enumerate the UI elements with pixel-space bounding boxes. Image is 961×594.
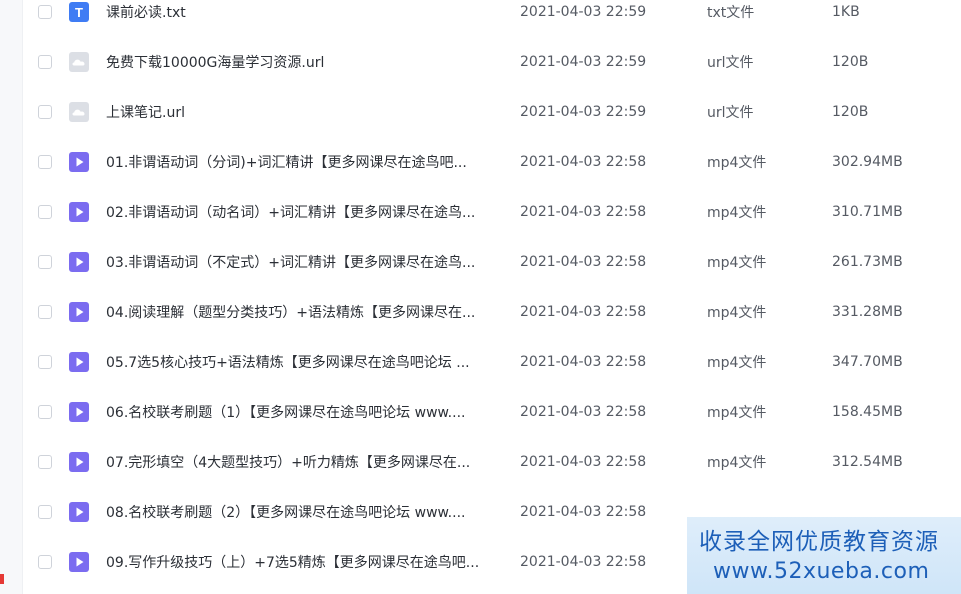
file-size: 312.54MB	[832, 454, 903, 470]
video-file-icon	[69, 352, 89, 372]
file-name[interactable]: 05.7选5核心技巧+语法精炼【更多网课尽在途鸟吧论坛 ...	[106, 352, 506, 372]
file-row[interactable]: T 课前必读.txt 2021-04-03 22:59 txt文件 1KB	[22, 0, 961, 37]
file-name[interactable]: 06.名校联考刷题（1）【更多网课尽在途鸟吧论坛 www....	[106, 402, 506, 422]
file-modified-date: 2021-04-03 22:58	[520, 554, 647, 570]
file-type: mp4文件	[707, 155, 767, 171]
video-file-icon	[69, 552, 89, 572]
row-checkbox[interactable]	[38, 455, 52, 469]
file-modified-date: 2021-04-03 22:58	[520, 454, 647, 470]
file-list-page: T 课前必读.txt 2021-04-03 22:59 txt文件 1KB 免费下载100…	[0, 0, 961, 594]
file-modified-date: 2021-04-03 22:59	[520, 104, 647, 120]
file-type: txt文件	[707, 5, 755, 21]
file-row[interactable]: 上课笔记.url 2021-04-03 22:59 url文件 120B	[22, 87, 961, 137]
file-name[interactable]: 02.非谓语动词（动名词）+词汇精讲【更多网课尽在途鸟...	[106, 202, 506, 222]
row-checkbox[interactable]	[38, 155, 52, 169]
file-row[interactable]: 07.完形填空（4大题型技巧）+听力精炼【更多网课尽在... 2021-04-03…	[22, 437, 961, 487]
sidebar-red-marker	[0, 574, 4, 584]
file-name[interactable]: 04.阅读理解（题型分类技巧）+语法精炼【更多网课尽在...	[106, 302, 506, 322]
file-type: mp4文件	[707, 255, 767, 271]
file-row[interactable]: 04.阅读理解（题型分类技巧）+语法精炼【更多网课尽在... 2021-04-03…	[22, 287, 961, 337]
file-size: 120B	[832, 54, 869, 70]
text-file-icon: T	[69, 2, 89, 22]
file-name[interactable]: 08.名校联考刷题（2）【更多网课尽在途鸟吧论坛 www....	[106, 502, 506, 522]
file-size: 120B	[832, 104, 869, 120]
file-size: 302.94MB	[832, 154, 903, 170]
file-row[interactable]: 06.名校联考刷题（1）【更多网课尽在途鸟吧论坛 www.... 2021-04-…	[22, 387, 961, 437]
file-modified-date: 2021-04-03 22:58	[520, 204, 647, 220]
file-type: mp4文件	[707, 355, 767, 371]
video-file-icon	[69, 202, 89, 222]
file-size: 1KB	[832, 4, 860, 20]
video-file-icon	[69, 252, 89, 272]
url-file-icon	[69, 52, 89, 72]
file-size: 261.73MB	[832, 254, 903, 270]
row-checkbox[interactable]	[38, 55, 52, 69]
url-file-icon	[69, 102, 89, 122]
file-size: 347.70MB	[832, 354, 903, 370]
row-checkbox[interactable]	[38, 205, 52, 219]
file-type: mp4文件	[707, 455, 767, 471]
file-name[interactable]: 上课笔记.url	[106, 102, 506, 122]
row-checkbox[interactable]	[38, 305, 52, 319]
file-row[interactable]: 01.非谓语动词（分词)+词汇精讲【更多网课尽在途鸟吧... 2021-04-03…	[22, 137, 961, 187]
video-file-icon	[69, 452, 89, 472]
file-modified-date: 2021-04-03 22:58	[520, 304, 647, 320]
svg-text:T: T	[75, 5, 83, 20]
file-name[interactable]: 免费下载10000G海量学习资源.url	[106, 52, 506, 72]
file-name[interactable]: 09.写作升级技巧（上）+7选5精炼【更多网课尽在途鸟吧...	[106, 552, 506, 572]
file-size: 331.28MB	[832, 304, 903, 320]
file-modified-date: 2021-04-03 22:58	[520, 154, 647, 170]
row-checkbox[interactable]	[38, 105, 52, 119]
file-type: mp4文件	[707, 305, 767, 321]
file-name[interactable]: 07.完形填空（4大题型技巧）+听力精炼【更多网课尽在...	[106, 452, 506, 472]
video-file-icon	[69, 402, 89, 422]
row-checkbox[interactable]	[38, 555, 52, 569]
file-size: 158.45MB	[832, 404, 903, 420]
watermark-banner: 收录全网优质教育资源 www.52xueba.com	[687, 517, 961, 594]
row-checkbox[interactable]	[38, 255, 52, 269]
file-name[interactable]: 课前必读.txt	[106, 2, 506, 22]
file-type: url文件	[707, 55, 754, 71]
file-row[interactable]: 02.非谓语动词（动名词）+词汇精讲【更多网课尽在途鸟... 2021-04-03…	[22, 187, 961, 237]
file-name[interactable]: 01.非谓语动词（分词)+词汇精讲【更多网课尽在途鸟吧...	[106, 152, 506, 172]
file-size: 310.71MB	[832, 204, 903, 220]
row-checkbox[interactable]	[38, 355, 52, 369]
file-row[interactable]: 05.7选5核心技巧+语法精炼【更多网课尽在途鸟吧论坛 ... 2021-04-0…	[22, 337, 961, 387]
file-name[interactable]: 03.非谓语动词（不定式）+词汇精讲【更多网课尽在途鸟...	[106, 252, 506, 272]
file-row[interactable]: 03.非谓语动词（不定式）+词汇精讲【更多网课尽在途鸟... 2021-04-03…	[22, 237, 961, 287]
file-modified-date: 2021-04-03 22:58	[520, 354, 647, 370]
watermark-slogan: 收录全网优质教育资源	[699, 529, 939, 555]
file-type: url文件	[707, 105, 754, 121]
file-row[interactable]: 免费下载10000G海量学习资源.url 2021-04-03 22:59 url文…	[22, 37, 961, 87]
row-checkbox[interactable]	[38, 5, 52, 19]
file-modified-date: 2021-04-03 22:58	[520, 254, 647, 270]
video-file-icon	[69, 502, 89, 522]
file-type: mp4文件	[707, 405, 767, 421]
file-type: mp4文件	[707, 205, 767, 221]
watermark-url: www.52xueba.com	[713, 559, 930, 584]
video-file-icon	[69, 152, 89, 172]
file-modified-date: 2021-04-03 22:59	[520, 4, 647, 20]
file-list: T 课前必读.txt 2021-04-03 22:59 txt文件 1KB 免费下载100…	[22, 0, 961, 587]
left-sidebar-strip	[0, 0, 23, 594]
video-file-icon	[69, 302, 89, 322]
row-checkbox[interactable]	[38, 505, 52, 519]
file-modified-date: 2021-04-03 22:58	[520, 504, 647, 520]
file-modified-date: 2021-04-03 22:58	[520, 404, 647, 420]
row-checkbox[interactable]	[38, 405, 52, 419]
file-modified-date: 2021-04-03 22:59	[520, 54, 647, 70]
